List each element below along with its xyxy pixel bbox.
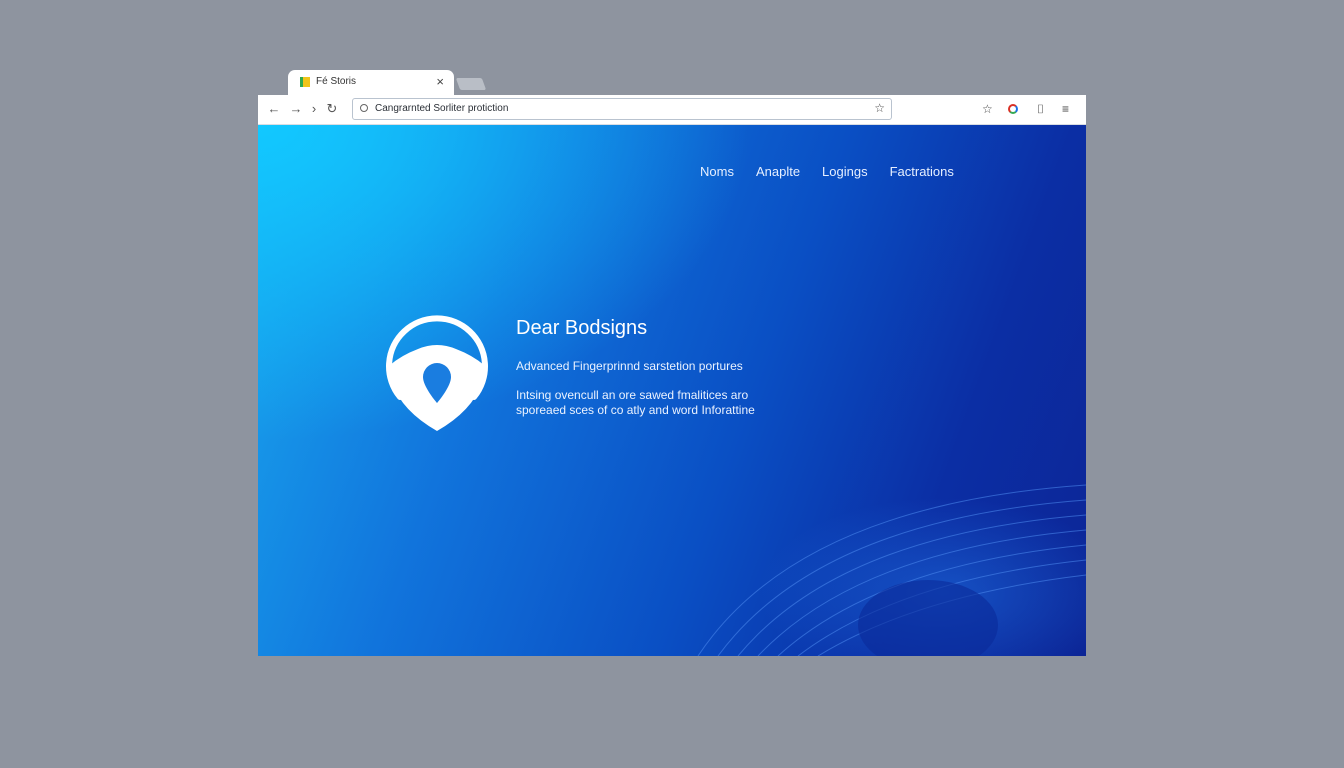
- site-info-icon[interactable]: [360, 104, 368, 112]
- tab-active[interactable]: Fé Storis ×: [288, 70, 454, 95]
- site-favicon-icon: [300, 77, 310, 87]
- decorative-waves: [678, 445, 1086, 656]
- nav-link-logings[interactable]: Logings: [822, 164, 868, 179]
- browser-window: Fé Storis × ← → › ↻ Cangrarnted Sorliter…: [258, 70, 1086, 656]
- tab-strip: Fé Storis ×: [258, 70, 1086, 95]
- site-nav: Noms Anaplte Logings Factrations: [700, 164, 976, 179]
- back-arrow-icon[interactable]: ←: [266, 101, 282, 117]
- hero-desc-line: Intsing ovencull an ore sawed fmalitices…: [516, 388, 749, 402]
- hero-subtitle: Advanced Fingerprinnd sarstetion porture…: [516, 359, 743, 373]
- hero-desc-line: sporeaed sces of co atly and word Infora…: [516, 403, 755, 417]
- extension-icon[interactable]: ⌷: [1037, 100, 1044, 118]
- shield-location-icon: [386, 315, 488, 431]
- menu-icon[interactable]: ≡: [1062, 100, 1069, 118]
- hero-title: Dear Bodsigns: [516, 317, 648, 339]
- forward-chevron-icon[interactable]: ›: [306, 101, 322, 117]
- forward-arrow-icon[interactable]: →: [288, 101, 304, 117]
- browser-toolbar: ← → › ↻ Cangrarnted Sorliter protiction …: [258, 95, 1086, 125]
- nav-link-anaplte[interactable]: Anaplte: [756, 164, 800, 179]
- hero-description: Intsing ovencull an ore sawed fmalitices…: [516, 388, 755, 418]
- tab-close-icon[interactable]: ×: [436, 73, 444, 91]
- bookmark-star-icon[interactable]: ☆: [874, 101, 885, 115]
- page-content: Noms Anaplte Logings Factrations Dear Bo…: [258, 125, 1086, 656]
- url-text[interactable]: Cangrarnted Sorliter protiction: [375, 103, 508, 114]
- address-bar[interactable]: Cangrarnted Sorliter protiction ☆: [352, 98, 892, 120]
- new-tab-button[interactable]: [455, 78, 487, 90]
- chrome-profile-icon[interactable]: [1008, 104, 1018, 114]
- nav-link-noms[interactable]: Noms: [700, 164, 734, 179]
- nav-link-factrations[interactable]: Factrations: [890, 164, 954, 179]
- reload-icon[interactable]: ↻: [324, 101, 340, 117]
- bookmarks-icon[interactable]: ☆: [982, 100, 993, 118]
- tab-title: Fé Storis: [316, 76, 357, 87]
